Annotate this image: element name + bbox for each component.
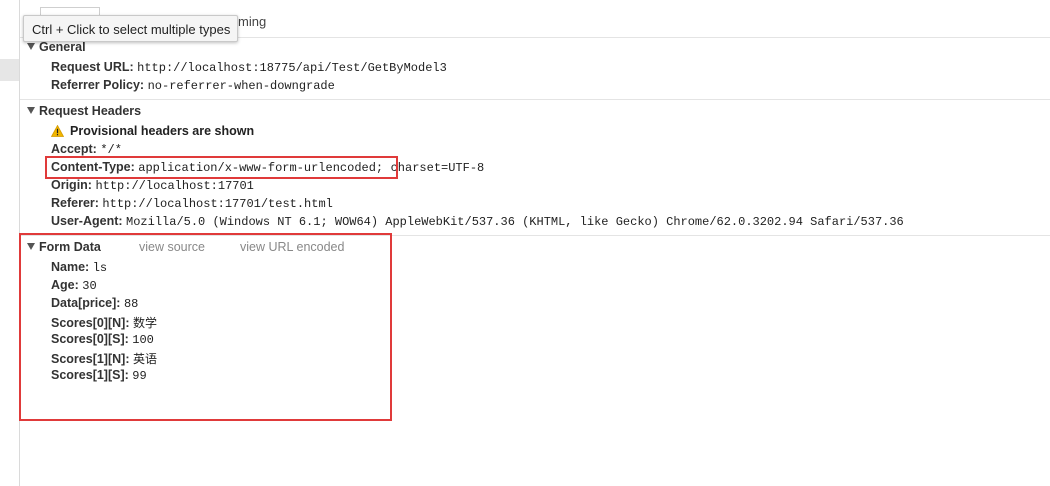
user-agent-value: Mozilla/5.0 (Windows NT 6.1; WOW64) Appl… bbox=[126, 215, 904, 229]
collapse-arrow-icon bbox=[27, 43, 35, 50]
content-type-charset: charset=UTF-8 bbox=[390, 161, 485, 175]
user-agent-label: User-Agent: bbox=[51, 214, 123, 228]
origin-label: Origin: bbox=[51, 178, 92, 192]
request-url-row: Request URL: http://localhost:18775/api/… bbox=[51, 60, 447, 75]
origin-row: Origin: http://localhost:17701 bbox=[51, 178, 254, 193]
user-agent-row: User-Agent: Mozilla/5.0 (Windows NT 6.1;… bbox=[51, 214, 904, 229]
referrer-policy-value: no-referrer-when-downgrade bbox=[147, 79, 335, 93]
referer-label: Referer: bbox=[51, 196, 99, 210]
request-headers-section-header[interactable]: Request Headers bbox=[27, 104, 141, 118]
request-headers-title: Request Headers bbox=[39, 104, 142, 118]
tooltip: Ctrl + Click to select multiple types bbox=[23, 15, 238, 42]
left-panel-strip bbox=[0, 0, 20, 486]
referer-row: Referer: http://localhost:17701/test.htm… bbox=[51, 196, 333, 211]
request-url-value: http://localhost:18775/api/Test/GetByMod… bbox=[137, 61, 447, 75]
accept-value: */* bbox=[100, 143, 122, 157]
content-type-highlight-box bbox=[45, 156, 398, 179]
provisional-warning-text: Provisional headers are shown bbox=[70, 124, 255, 138]
selected-request-row[interactable] bbox=[0, 59, 19, 81]
tab-timing[interactable]: ming bbox=[238, 14, 266, 29]
divider bbox=[20, 99, 1050, 100]
referrer-policy-row: Referrer Policy: no-referrer-when-downgr… bbox=[51, 78, 335, 93]
request-url-label: Request URL: bbox=[51, 60, 134, 74]
warning-icon bbox=[51, 125, 64, 137]
referrer-policy-label: Referrer Policy: bbox=[51, 78, 145, 92]
referer-value: http://localhost:17701/test.html bbox=[102, 197, 333, 211]
accept-label: Accept: bbox=[51, 142, 97, 156]
collapse-arrow-icon bbox=[27, 107, 35, 114]
accept-row: Accept: */* bbox=[51, 142, 122, 157]
origin-value: http://localhost:17701 bbox=[95, 179, 254, 193]
provisional-warning-row: Provisional headers are shown bbox=[51, 124, 254, 138]
form-data-highlight-box bbox=[19, 233, 392, 421]
